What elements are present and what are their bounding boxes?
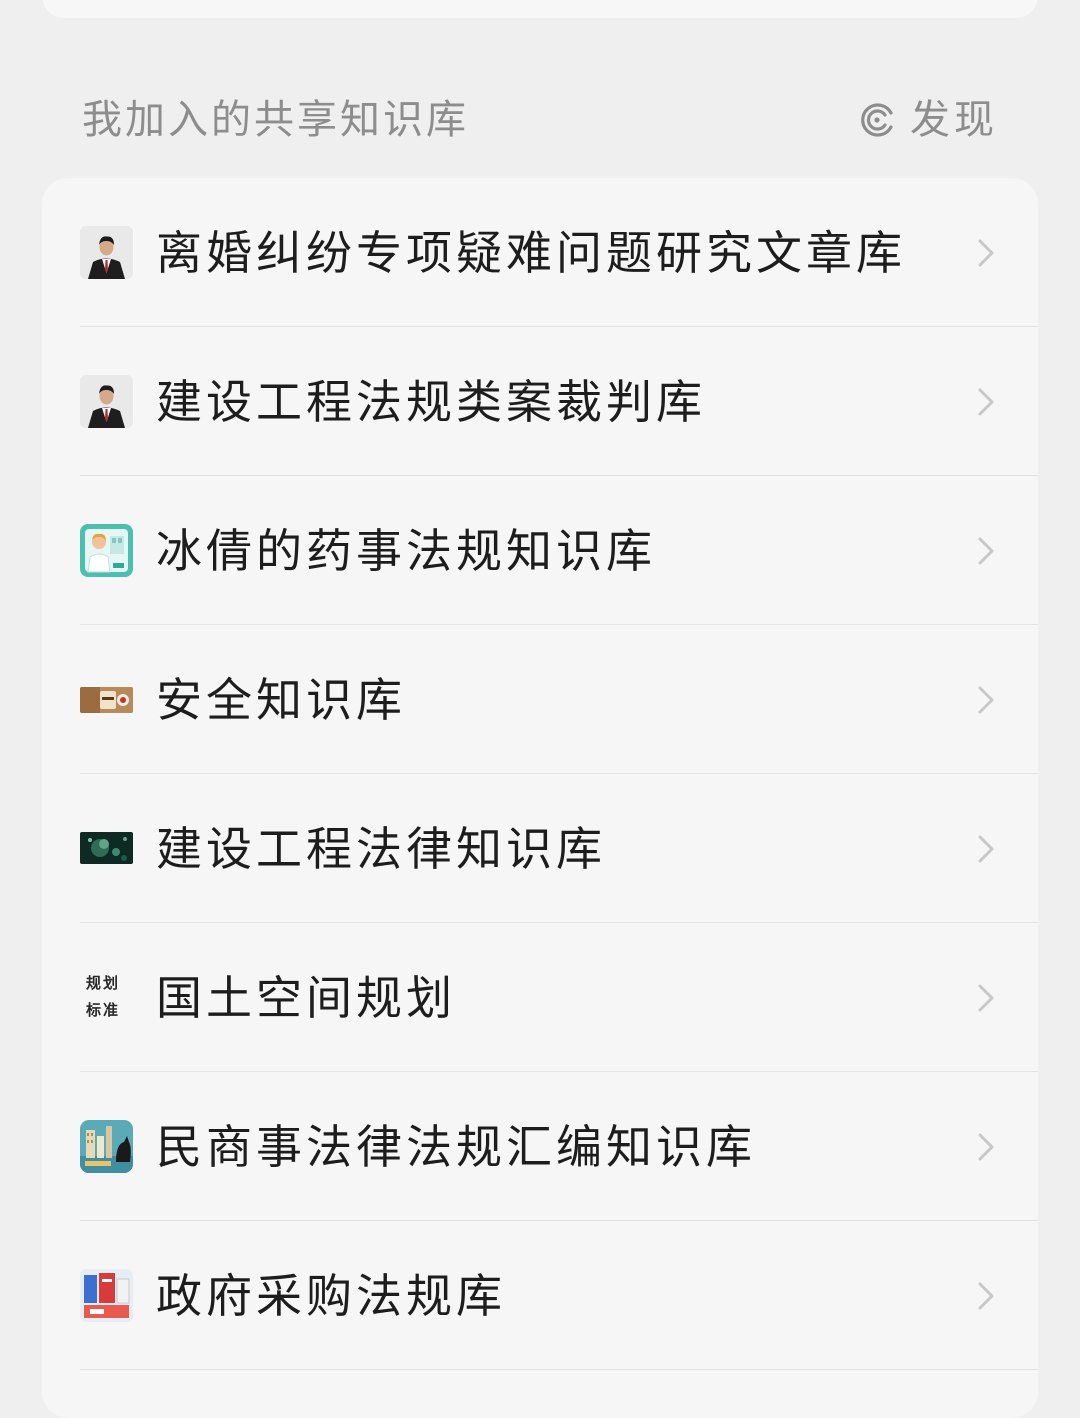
calligraphy-line-2: 标准 (86, 1001, 121, 1019)
discover-button[interactable]: 发现 (858, 92, 998, 148)
item-label: 政府采购法规库 (156, 1269, 506, 1323)
item-label: 建设工程法律知识库 (156, 822, 606, 876)
list-item[interactable]: 建设工程法规类案裁判库 (42, 327, 1038, 476)
previous-card-edge (42, 0, 1038, 18)
chevron-right-icon (978, 1133, 994, 1161)
knowledge-base-list: 离婚纠纷专项疑难问题研究文章库 建设工程法规类案裁判库 冰倩的药事法规知识库 安… (42, 178, 1038, 1418)
section-title: 我加入的共享知识库 (82, 97, 469, 143)
item-label: 冰倩的药事法规知识库 (156, 524, 656, 578)
item-label: 离婚纠纷专项疑难问题研究文章库 (156, 226, 906, 280)
city-scene-icon (80, 1120, 133, 1173)
calligraphy-line-1: 规划 (86, 974, 121, 992)
item-label: 建设工程法规类案裁判库 (156, 375, 706, 429)
list-item[interactable]: 民商事法律法规汇编知识库 (42, 1072, 1038, 1221)
item-label: 安全知识库 (156, 673, 406, 727)
calligraphy-icon: 规划 标准 (80, 971, 133, 1024)
lawyer-avatar-icon (80, 226, 133, 279)
section-header: 我加入的共享知识库 发现 (0, 78, 1080, 168)
office-supplies-icon (80, 1269, 133, 1322)
chevron-right-icon (978, 239, 994, 267)
item-label: 民商事法律法规汇编知识库 (156, 1120, 756, 1174)
chevron-right-icon (978, 1282, 994, 1310)
compass-icon (861, 103, 893, 137)
list-item[interactable]: 安全知识库 (42, 625, 1038, 774)
chevron-right-icon (978, 835, 994, 863)
divider (80, 1369, 1038, 1370)
green-texture-icon (80, 832, 133, 864)
chevron-right-icon (978, 537, 994, 565)
chevron-right-icon (978, 984, 994, 1012)
item-label: 国土空间规划 (156, 971, 456, 1025)
list-item[interactable]: 离婚纠纷专项疑难问题研究文章库 (42, 178, 1038, 327)
list-item[interactable]: 政府采购法规库 (42, 1221, 1038, 1370)
discover-label: 发现 (910, 97, 998, 143)
lawyer-avatar-icon (80, 375, 133, 428)
list-item[interactable]: 建设工程法律知识库 (42, 774, 1038, 923)
chevron-right-icon (978, 388, 994, 416)
list-item[interactable]: 规划 标准 国土空间规划 (42, 923, 1038, 1072)
pharmacist-icon (80, 524, 133, 577)
safety-photo-icon (80, 687, 133, 713)
chevron-right-icon (978, 686, 994, 714)
list-item[interactable]: 冰倩的药事法规知识库 (42, 476, 1038, 625)
